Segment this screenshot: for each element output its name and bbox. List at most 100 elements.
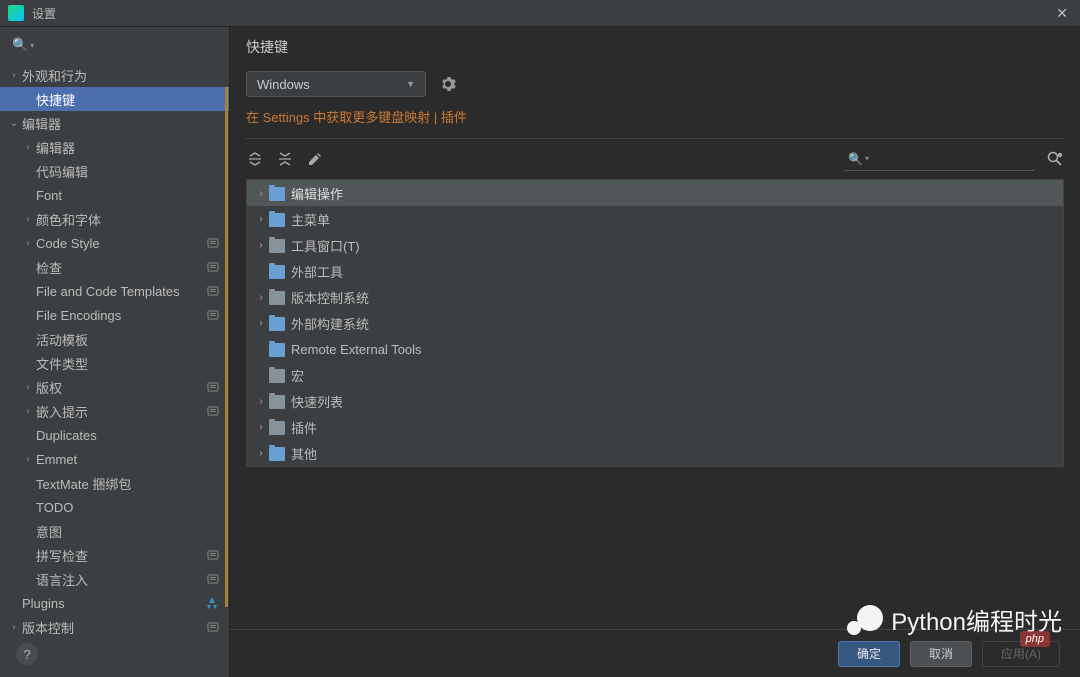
sidebar-item[interactable]: ›Duplicates [0, 423, 229, 447]
titlebar: 设置 ✕ [0, 0, 1080, 27]
action-row[interactable]: ›版本控制系统 [247, 284, 1063, 310]
folder-icon [269, 291, 285, 305]
chevron-down-icon: ▾ [865, 154, 869, 163]
project-badge-icon [207, 261, 219, 273]
chevron-icon: › [20, 406, 36, 417]
sidebar-item[interactable]: ›意图 [0, 519, 229, 543]
expand-all-icon[interactable] [246, 150, 264, 168]
collapse-all-icon[interactable] [276, 150, 294, 168]
sidebar-item[interactable]: ›检查 [0, 255, 229, 279]
action-row[interactable]: ›快速列表 [247, 388, 1063, 414]
sidebar-item-label: TODO [36, 500, 219, 515]
sidebar-item-label: 拼写检查 [36, 546, 207, 565]
sidebar-item[interactable]: ›嵌入提示 [0, 399, 229, 423]
sidebar-item-label: 外观和行为 [22, 66, 219, 85]
project-badge-icon [207, 573, 219, 585]
action-row[interactable]: ›Remote External Tools [247, 336, 1063, 362]
keymap-selected-label: Windows [257, 77, 406, 92]
folder-icon [269, 265, 285, 279]
sidebar-item[interactable]: ›TODO [0, 495, 229, 519]
action-search-input[interactable]: 🔍▾ [844, 147, 1034, 171]
find-by-shortcut-icon[interactable] [1046, 150, 1064, 168]
sidebar-item-label: 检查 [36, 258, 207, 277]
project-badge-icon [207, 621, 219, 633]
sidebar-item[interactable]: ›Emmet [0, 447, 229, 471]
sidebar-item-label: 文件类型 [36, 354, 219, 373]
language-icon [205, 596, 219, 610]
sidebar-tree: ›外观和行为›快捷键⌄编辑器›编辑器›代码编辑›Font›颜色和字体›Code … [0, 63, 229, 677]
action-row[interactable]: ›工具窗口(T) [247, 232, 1063, 258]
folder-icon [269, 239, 285, 253]
action-row[interactable]: ›编辑操作 [247, 180, 1063, 206]
sidebar-item-label: File and Code Templates [36, 284, 207, 299]
folder-icon [269, 395, 285, 409]
folder-icon [269, 317, 285, 331]
ok-button[interactable]: 确定 [838, 641, 900, 667]
sidebar-item[interactable]: ›版权 [0, 375, 229, 399]
action-row[interactable]: ›主菜单 [247, 206, 1063, 232]
project-badge-icon [207, 237, 219, 249]
sidebar-item[interactable]: ›File and Code Templates [0, 279, 229, 303]
action-label: 外部构建系统 [291, 314, 369, 333]
folder-icon [269, 187, 285, 201]
action-row[interactable]: ›其他 [247, 440, 1063, 466]
sidebar-item[interactable]: ›颜色和字体 [0, 207, 229, 231]
action-label: 其他 [291, 444, 317, 463]
keymap-select[interactable]: Windows ▼ [246, 71, 426, 97]
chevron-down-icon: ▼ [406, 79, 415, 89]
sidebar-item-label: 编辑器 [22, 114, 219, 133]
cancel-button[interactable]: 取消 [910, 641, 972, 667]
sidebar-item-label: TextMate 捆绑包 [36, 474, 219, 493]
sidebar-item-label: Font [36, 188, 219, 203]
sidebar-item[interactable]: ⌄编辑器 [0, 111, 229, 135]
edit-icon[interactable] [306, 150, 324, 168]
app-icon [8, 5, 24, 21]
chevron-icon: › [20, 454, 36, 465]
sidebar-item[interactable]: ›Plugins [0, 591, 229, 615]
action-tree: ›编辑操作›主菜单›工具窗口(T)›外部工具›版本控制系统›外部构建系统›Rem… [246, 179, 1064, 467]
project-badge-icon [207, 309, 219, 321]
sidebar-item-label: 颜色和字体 [36, 210, 219, 229]
chevron-icon: ⌄ [6, 118, 22, 129]
folder-icon [269, 447, 285, 461]
sidebar-item[interactable]: ›TextMate 捆绑包 [0, 471, 229, 495]
gear-icon[interactable] [440, 76, 456, 92]
sidebar-item-label: 语言注入 [36, 570, 207, 589]
sidebar-item[interactable]: ›文件类型 [0, 351, 229, 375]
sidebar-search[interactable]: 🔍▾ [0, 27, 229, 63]
sidebar-item-label: Plugins [22, 596, 205, 611]
chevron-icon: › [6, 70, 22, 81]
sidebar-item[interactable]: ›外观和行为 [0, 63, 229, 87]
sidebar-item-label: 活动模板 [36, 330, 219, 349]
sidebar-item-label: 嵌入提示 [36, 402, 207, 421]
project-badge-icon [207, 405, 219, 417]
sidebar-item[interactable]: ›版本控制 [0, 615, 229, 639]
sidebar-item[interactable]: ›拼写检查 [0, 543, 229, 567]
sidebar-item[interactable]: ›编辑器 [0, 135, 229, 159]
close-icon[interactable]: ✕ [1052, 5, 1072, 22]
folder-icon [269, 421, 285, 435]
action-row[interactable]: ›宏 [247, 362, 1063, 388]
folder-icon [269, 369, 285, 383]
sidebar-item[interactable]: ›快捷键 [0, 87, 229, 111]
project-badge-icon [207, 285, 219, 297]
action-row[interactable]: ›外部工具 [247, 258, 1063, 284]
sidebar-item[interactable]: ›Code Style [0, 231, 229, 255]
sidebar-item[interactable]: ›代码编辑 [0, 159, 229, 183]
chevron-icon: › [253, 240, 269, 251]
sidebar-item[interactable]: ›活动模板 [0, 327, 229, 351]
sidebar-item-label: File Encodings [36, 308, 207, 323]
apply-button[interactable]: 应用(A) [982, 641, 1060, 667]
help-button[interactable]: ? [16, 643, 38, 665]
action-row[interactable]: › 外部构建系统 [247, 310, 1063, 336]
action-row[interactable]: ›插件 [247, 414, 1063, 440]
sidebar-item-label: 代码编辑 [36, 162, 219, 181]
scrollbar-highlight [225, 87, 228, 607]
action-label: 外部工具 [291, 262, 343, 281]
chevron-icon: › [253, 318, 269, 329]
sidebar-item-label: 版本控制 [22, 618, 207, 637]
sidebar-item[interactable]: ›语言注入 [0, 567, 229, 591]
sidebar-item[interactable]: ›File Encodings [0, 303, 229, 327]
chevron-icon: › [20, 382, 36, 393]
sidebar-item[interactable]: ›Font [0, 183, 229, 207]
